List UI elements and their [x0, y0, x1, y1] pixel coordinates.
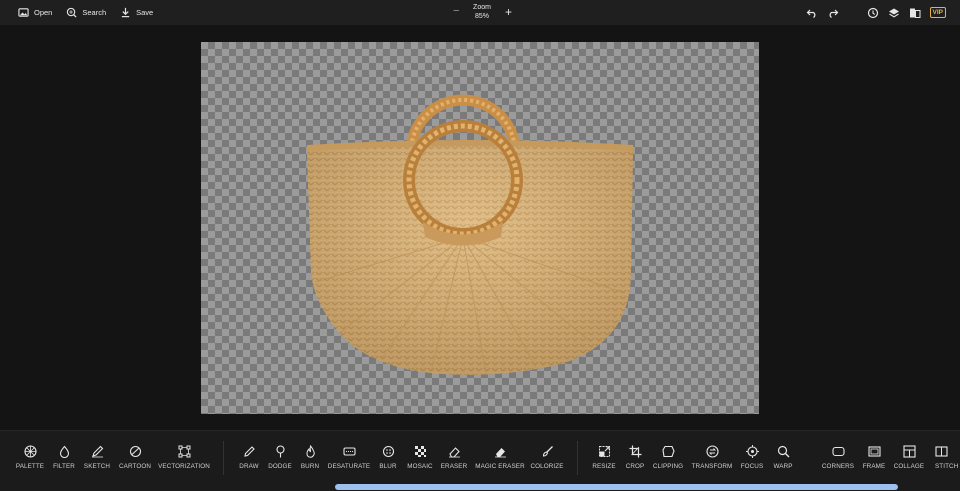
- layers-icon[interactable]: [888, 7, 900, 19]
- history-icon[interactable]: [867, 7, 879, 19]
- tool-label: CLIPPING: [652, 463, 684, 470]
- eraser-icon: [448, 447, 460, 458]
- open-label: Open: [34, 8, 53, 17]
- compare-icon[interactable]: [909, 7, 921, 19]
- desaturate-icon: [342, 447, 356, 456]
- right-actions: VIP: [806, 0, 946, 25]
- zoom-readout: Zoom 85%: [467, 3, 497, 21]
- flame-icon: [305, 445, 315, 458]
- redo-icon[interactable]: [827, 7, 839, 19]
- corners-icon: [831, 446, 845, 457]
- tool-label: BURN: [300, 463, 320, 470]
- tool-label: CARTOON: [119, 463, 151, 470]
- toolbar-scrollbar[interactable]: [335, 484, 898, 490]
- zoom-in-button[interactable]: +: [505, 5, 512, 19]
- tools-toolbar: PALETTE FILTER SKETCH CARTOON VECTORIZAT…: [0, 430, 960, 491]
- warp-icon: [777, 445, 789, 458]
- image-canvas[interactable]: [201, 42, 759, 414]
- workspace: [0, 25, 960, 430]
- tool-colorize[interactable]: COLORIZE: [517, 445, 577, 470]
- pencil-icon: [91, 445, 103, 458]
- open-button[interactable]: Open: [18, 7, 52, 18]
- brush-icon: [542, 446, 553, 457]
- clipping-icon: [661, 445, 675, 458]
- zoom-control: − Zoom 85% +: [449, 2, 517, 24]
- search-icon: [67, 7, 77, 18]
- transform-icon: [705, 445, 719, 458]
- stitch-icon: [935, 446, 948, 457]
- file-actions: Open Search Save: [18, 0, 153, 25]
- tool-vectorization[interactable]: VECTORIZATION: [154, 445, 214, 470]
- top-bar: Open Search Save − Zoom 85% + VIP: [0, 0, 960, 25]
- search-label: Search: [82, 8, 107, 17]
- save-button[interactable]: Save: [120, 7, 153, 18]
- cartoon-icon: [129, 445, 141, 458]
- tool-label: WARP: [773, 463, 793, 470]
- search-button[interactable]: Search: [66, 7, 106, 18]
- tool-label: STITCH: [935, 463, 959, 470]
- handbag-image: [306, 94, 634, 375]
- tool-label: ERASER: [440, 463, 468, 470]
- image-icon: [18, 8, 29, 17]
- download-icon: [121, 7, 130, 18]
- tool-stitch[interactable]: STITCH: [914, 445, 960, 470]
- vip-badge[interactable]: VIP: [929, 7, 946, 18]
- tool-label: VECTORIZATION: [158, 463, 210, 470]
- tool-label: COLORIZE: [530, 463, 564, 470]
- undo-icon[interactable]: [806, 7, 818, 19]
- vector-icon: [178, 445, 190, 458]
- magic-eraser-icon: [494, 448, 506, 458]
- zoom-out-button[interactable]: −: [453, 5, 459, 17]
- tool-warp[interactable]: WARP: [753, 445, 813, 470]
- zoom-value: 85%: [474, 13, 489, 20]
- zoom-title: Zoom: [473, 4, 491, 11]
- save-label: Save: [136, 8, 154, 17]
